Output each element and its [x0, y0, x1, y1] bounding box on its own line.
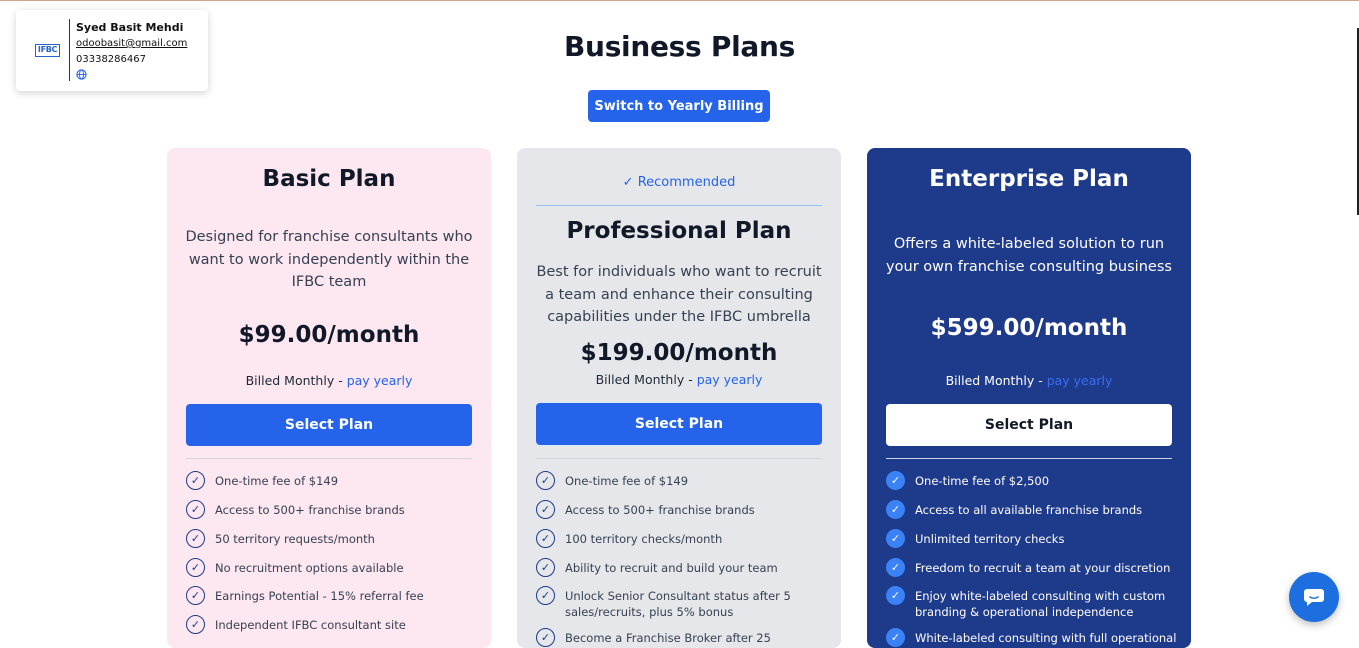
- billing-cycle: Billed Monthly -: [945, 373, 1047, 388]
- check-circle-icon: ✓: [186, 471, 205, 490]
- plan-card-basic: Basic Plan Designed for franchise consul…: [167, 148, 491, 648]
- billing-info: Billed Monthly - pay yearly: [867, 373, 1191, 388]
- check-circle-icon: ✓: [886, 500, 905, 519]
- check-circle-icon: ✓: [186, 615, 205, 634]
- billing-cycle: Billed Monthly -: [245, 373, 347, 388]
- check-circle-icon: ✓: [186, 558, 205, 577]
- check-circle-icon: ✓: [186, 500, 205, 519]
- chat-bubble-icon: [1304, 589, 1324, 606]
- plan-name: Professional Plan: [566, 218, 792, 244]
- check-circle-icon: ✓: [536, 471, 555, 490]
- check-circle-icon: ✓: [186, 529, 205, 548]
- globe-icon[interactable]: [76, 69, 87, 80]
- plan-price: $599.00/month: [930, 315, 1128, 341]
- divider: [886, 458, 1172, 459]
- check-circle-icon: ✓: [886, 529, 905, 548]
- plan-price: $199.00/month: [580, 340, 778, 366]
- check-icon: ✓: [622, 175, 638, 190]
- check-circle-icon: ✓: [886, 558, 905, 577]
- check-circle-icon: ✓: [536, 500, 555, 519]
- check-circle-icon: ✓: [536, 586, 555, 605]
- plan-description: Best for individuals who want to recruit…: [536, 264, 822, 325]
- divider: [536, 458, 822, 459]
- check-circle-icon: ✓: [186, 586, 205, 605]
- select-professional-plan-button[interactable]: Select Plan: [536, 403, 822, 445]
- billing-info: Billed Monthly - pay yearly: [167, 373, 491, 388]
- billing-cycle: Billed Monthly -: [595, 372, 697, 387]
- recommended-badge: ✓ Recommended: [622, 175, 736, 190]
- check-circle-icon: ✓: [886, 628, 905, 647]
- plan-name: Basic Plan: [262, 166, 396, 192]
- check-circle-icon: ✓: [886, 586, 905, 605]
- plan-price: $99.00/month: [238, 322, 420, 348]
- check-circle-icon: ✓: [536, 558, 555, 577]
- plan-description: Designed for franchise consultants who w…: [185, 229, 473, 290]
- pay-yearly-link[interactable]: pay yearly: [697, 372, 763, 387]
- check-circle-icon: ✓: [536, 529, 555, 548]
- check-circle-icon: ✓: [886, 471, 905, 490]
- plan-name: Enterprise Plan: [929, 166, 1129, 192]
- select-enterprise-plan-button[interactable]: Select Plan: [886, 404, 1172, 446]
- divider: [186, 458, 472, 459]
- chat-button[interactable]: [1289, 572, 1339, 622]
- plan-card-professional: ✓ Recommended Professional Plan Best for…: [517, 148, 841, 648]
- page-title: Business Plans: [564, 30, 795, 63]
- plan-description: Offers a white-labeled solution to run y…: [886, 236, 1172, 275]
- pay-yearly-link[interactable]: pay yearly: [1047, 373, 1113, 388]
- pay-yearly-link[interactable]: pay yearly: [347, 373, 413, 388]
- check-circle-icon: ✓: [536, 628, 555, 647]
- billing-info: Billed Monthly - pay yearly: [517, 372, 841, 387]
- switch-yearly-billing-button[interactable]: Switch to Yearly Billing: [588, 90, 770, 122]
- top-border: [0, 0, 1359, 1]
- badge-divider: [536, 205, 822, 206]
- plan-card-enterprise: Enterprise Plan Offers a white-labeled s…: [867, 148, 1191, 648]
- select-basic-plan-button[interactable]: Select Plan: [186, 404, 472, 446]
